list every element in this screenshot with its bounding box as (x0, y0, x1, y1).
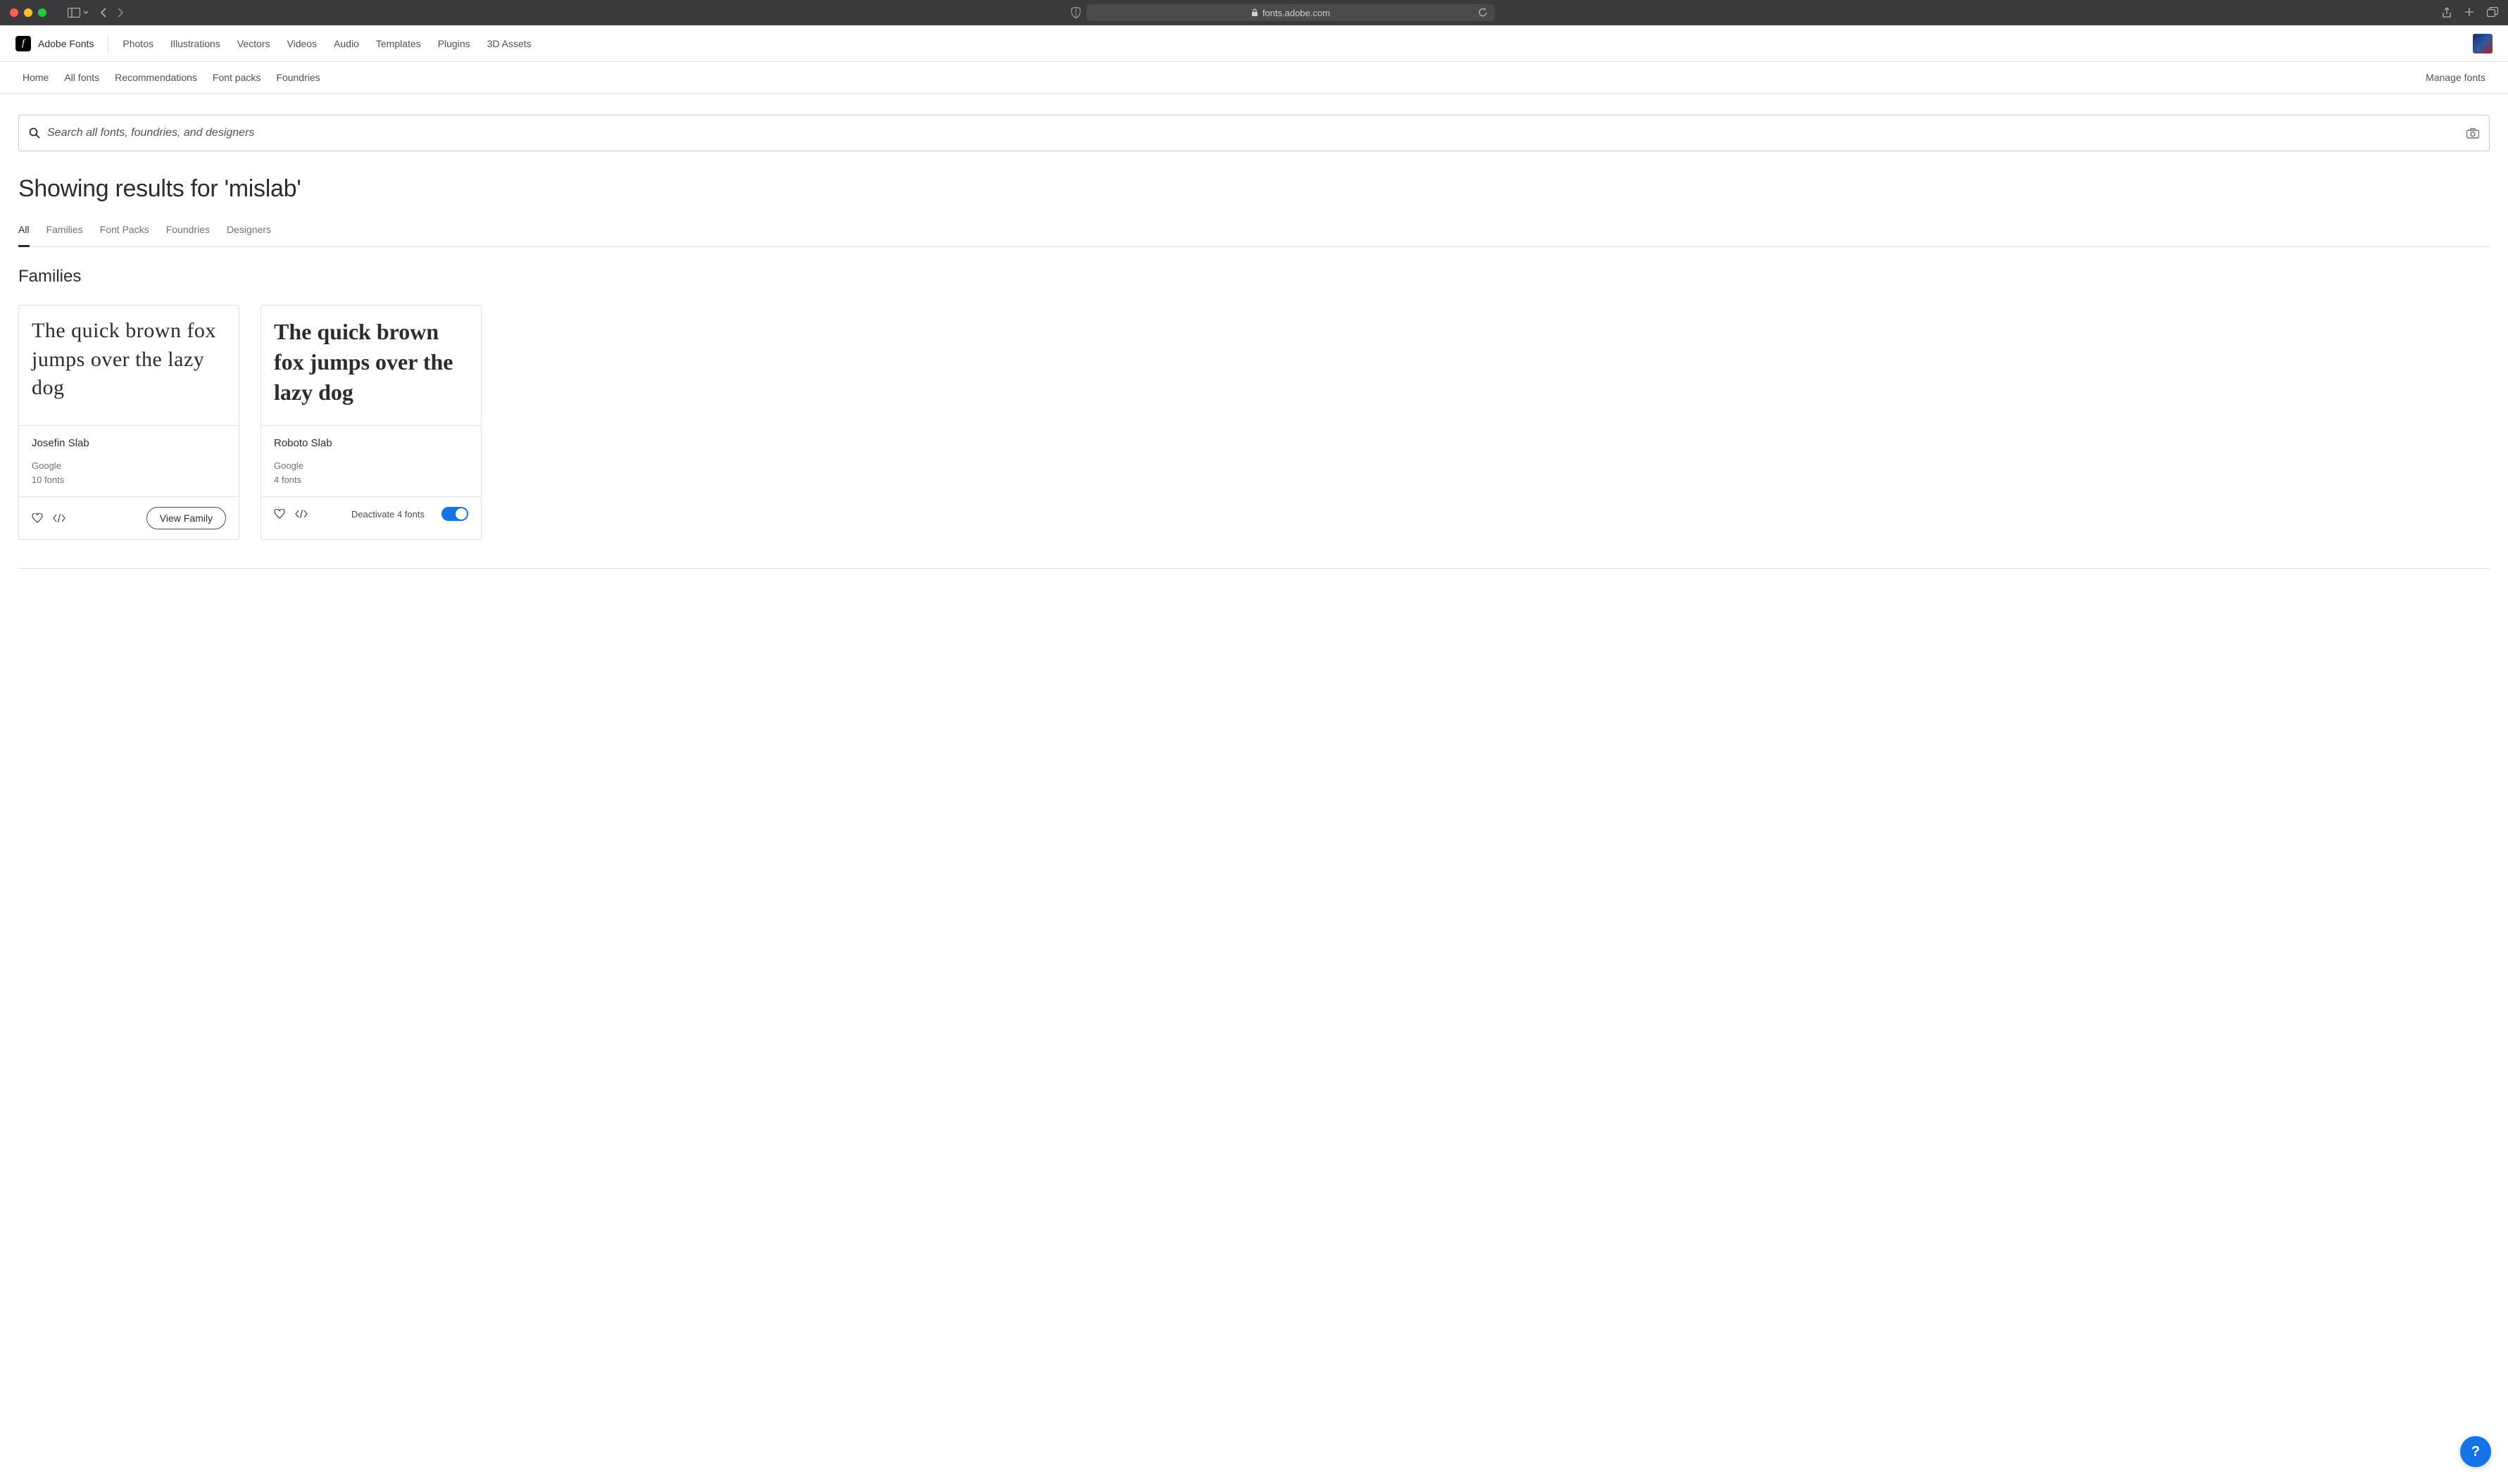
sub-links: Home All fonts Recommendations Font pack… (23, 72, 320, 83)
help-label: ? (2471, 1444, 2480, 1460)
font-count: 10 fonts (32, 473, 226, 487)
brand[interactable]: f Adobe Fonts (15, 36, 94, 51)
window-minimize[interactable] (24, 8, 32, 17)
font-sample: The quick brown fox jumps over the lazy … (261, 306, 481, 425)
tab-font-packs[interactable]: Font Packs (100, 224, 149, 246)
card-actions: Deactivate 4 fonts (261, 496, 481, 531)
avatar[interactable] (2473, 34, 2493, 54)
families-title: Families (18, 267, 2490, 287)
window-maximize[interactable] (38, 8, 46, 17)
help-button[interactable]: ? (2460, 1436, 2491, 1467)
activate-toggle[interactable] (441, 507, 468, 521)
reload-icon[interactable] (1479, 8, 1488, 18)
code-icon[interactable] (53, 514, 65, 522)
nav-plugins[interactable]: Plugins (438, 38, 470, 49)
font-count: 4 fonts (274, 473, 468, 487)
tabs-icon[interactable] (2487, 7, 2498, 17)
tab-foundries[interactable]: Foundries (166, 224, 210, 246)
font-sample: The quick brown fox jumps over the lazy … (19, 306, 239, 425)
shield-icon[interactable] (1071, 7, 1081, 18)
subnav-all-fonts[interactable]: All fonts (64, 72, 99, 83)
nav-audio[interactable]: Audio (334, 38, 359, 49)
brand-text: Adobe Fonts (38, 38, 94, 49)
code-icon[interactable] (295, 510, 308, 518)
search-icon (29, 127, 40, 139)
font-card-josefin-slab[interactable]: The quick brown fox jumps over the lazy … (18, 305, 239, 540)
font-name: Roboto Slab (274, 437, 468, 449)
favorite-icon[interactable] (274, 509, 285, 519)
card-actions: View Family (19, 496, 239, 539)
subnav-font-packs[interactable]: Font packs (213, 72, 261, 83)
font-foundry: Google (274, 459, 468, 473)
url-bar[interactable]: fonts.adobe.com (1086, 4, 1495, 21)
sub-nav: Home All fonts Recommendations Font pack… (0, 62, 2508, 94)
font-foundry: Google (32, 459, 226, 473)
font-name: Josefin Slab (32, 437, 226, 449)
tab-families[interactable]: Families (46, 224, 83, 246)
deactivate-label: Deactivate 4 fonts (351, 509, 425, 520)
nav-vectors[interactable]: Vectors (237, 38, 270, 49)
search-wrap (18, 115, 2490, 151)
font-meta: Josefin Slab Google 10 fonts (19, 425, 239, 496)
cards: The quick brown fox jumps over the lazy … (18, 305, 2490, 540)
font-card-roboto-slab[interactable]: The quick brown fox jumps over the lazy … (261, 305, 482, 540)
nav-arrows (100, 8, 124, 18)
sidebar-icon (68, 8, 80, 18)
window-close[interactable] (10, 8, 18, 17)
browser-chrome: fonts.adobe.com (0, 0, 2508, 25)
manage-fonts-link[interactable]: Manage fonts (2426, 72, 2485, 83)
nav-back-icon[interactable] (100, 8, 107, 18)
nav-photos[interactable]: Photos (123, 38, 153, 49)
nav-videos[interactable]: Videos (287, 38, 318, 49)
top-links: Photos Illustrations Vectors Videos Audi… (123, 38, 531, 49)
tab-designers[interactable]: Designers (227, 224, 271, 246)
section-divider (18, 568, 2490, 569)
subnav-foundries[interactable]: Foundries (276, 72, 320, 83)
view-family-button[interactable]: View Family (146, 507, 226, 529)
result-tabs: All Families Font Packs Foundries Design… (18, 224, 2490, 247)
search-input[interactable] (47, 127, 2466, 139)
nav-illustrations[interactable]: Illustrations (170, 38, 220, 49)
nav-3d-assets[interactable]: 3D Assets (487, 38, 532, 49)
results-heading: Showing results for 'mislab' (18, 175, 2490, 203)
font-meta: Roboto Slab Google 4 fonts (261, 425, 481, 496)
sidebar-toggle[interactable] (68, 8, 89, 18)
new-tab-icon[interactable] (2464, 7, 2474, 17)
tab-all[interactable]: All (18, 224, 30, 247)
content: Showing results for 'mislab' All Familie… (0, 94, 2508, 597)
chevron-down-icon (83, 11, 89, 15)
subnav-home[interactable]: Home (23, 72, 49, 83)
camera-icon[interactable] (2466, 128, 2479, 139)
url-text: fonts.adobe.com (1262, 8, 1330, 18)
nav-templates[interactable]: Templates (376, 38, 421, 49)
share-icon[interactable] (2442, 7, 2452, 18)
top-nav: f Adobe Fonts Photos Illustrations Vecto… (0, 25, 2508, 62)
subnav-recommendations[interactable]: Recommendations (115, 72, 197, 83)
lock-icon (1251, 8, 1258, 17)
favorite-icon[interactable] (32, 513, 43, 523)
adobe-fonts-logo-icon: f (15, 36, 31, 51)
traffic-lights (10, 8, 46, 17)
nav-forward-icon (117, 8, 124, 18)
